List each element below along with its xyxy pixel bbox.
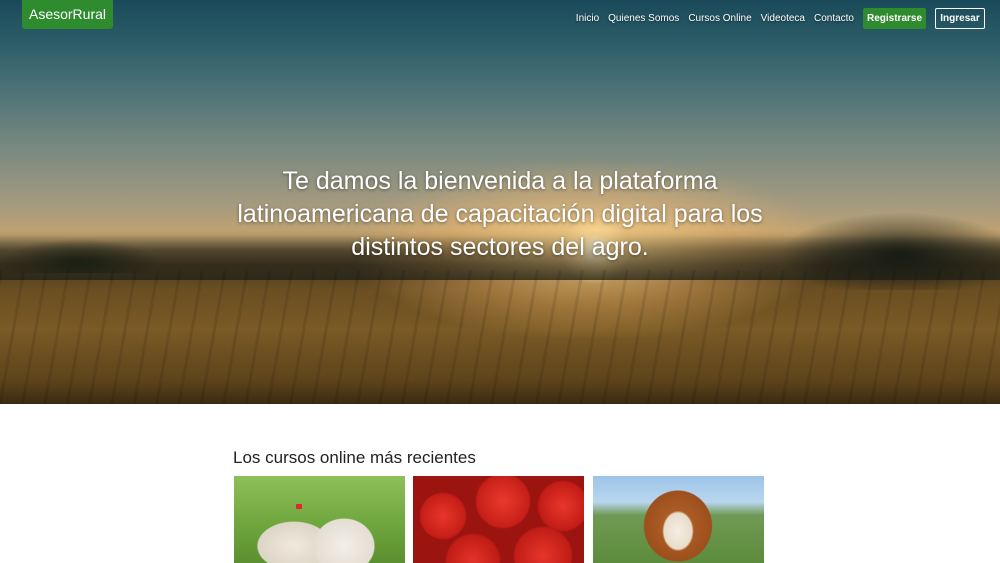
- hero-section: Te damos la bienvenida a la plataforma l…: [0, 0, 1000, 404]
- ear-tag: [296, 504, 302, 509]
- course-card-sheep[interactable]: [234, 476, 405, 563]
- course-card-cow[interactable]: [593, 476, 764, 563]
- nav-item-videoteca[interactable]: Videoteca: [761, 12, 805, 26]
- hero-title: Te damos la bienvenida a la plataforma l…: [237, 167, 763, 261]
- trees-left: [0, 228, 200, 273]
- recent-courses-title: Los cursos online más recientes: [233, 448, 476, 467]
- nav-item-inicio[interactable]: Inicio: [576, 12, 599, 26]
- main-nav: Inicio Quienes Somos Cursos Online Video…: [576, 12, 854, 26]
- wheat-field: [0, 270, 1000, 404]
- register-button[interactable]: Registrarse: [863, 8, 926, 29]
- course-card-tomatoes[interactable]: [413, 476, 584, 563]
- nav-item-quienes-somos[interactable]: Quienes Somos: [608, 12, 679, 26]
- login-button[interactable]: Ingresar: [935, 8, 985, 29]
- nav-item-contacto[interactable]: Contacto: [814, 12, 854, 26]
- brand-logo[interactable]: AsesorRural: [22, 0, 113, 29]
- nav-item-cursos-online[interactable]: Cursos Online: [688, 12, 751, 26]
